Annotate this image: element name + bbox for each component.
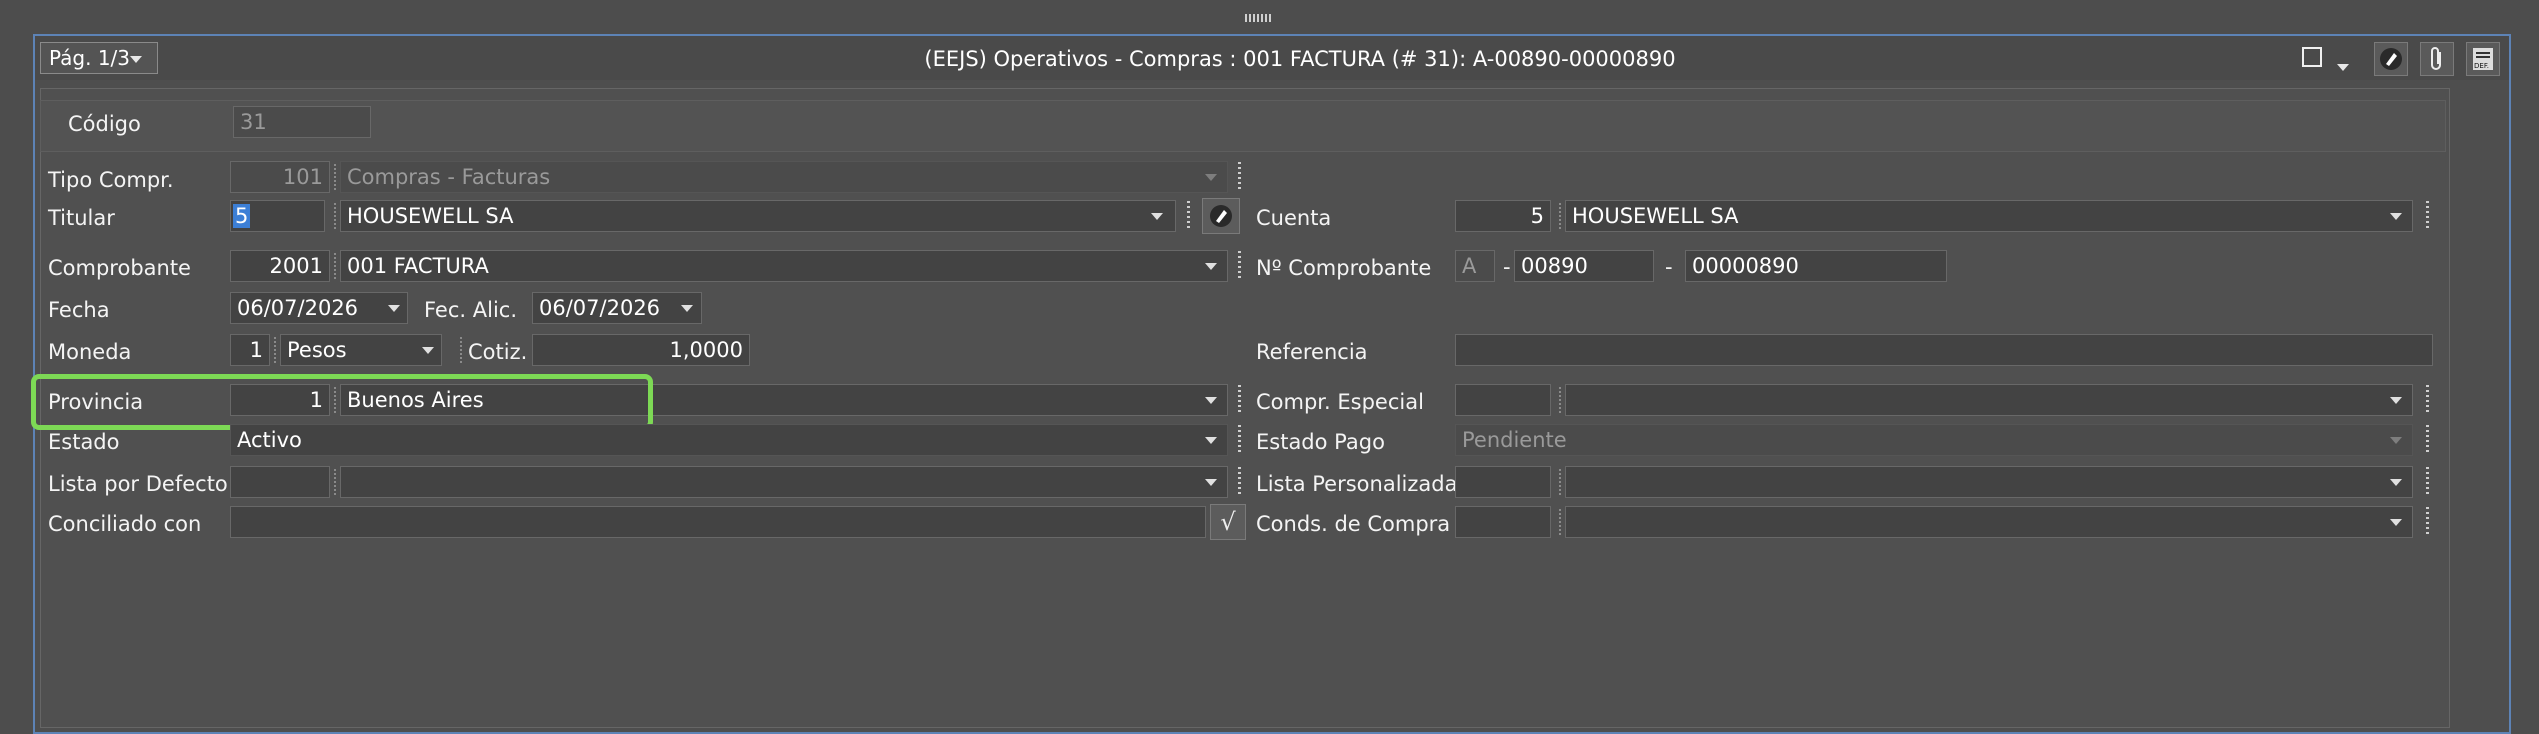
chevron-down-icon[interactable] bbox=[2390, 519, 2402, 526]
drag-handle-icon bbox=[2426, 507, 2429, 537]
svg-text:DEF.: DEF. bbox=[2474, 62, 2489, 70]
moneda-select[interactable]: Pesos bbox=[280, 334, 442, 366]
nro-comprobante-letra-field: A bbox=[1455, 250, 1495, 282]
conciliado-label: Conciliado con bbox=[48, 512, 202, 536]
drag-handle-icon bbox=[1187, 201, 1190, 231]
compr-especial-label: Compr. Especial bbox=[1256, 390, 1424, 414]
chevron-down-icon[interactable] bbox=[1205, 263, 1217, 270]
fec-alic-label: Fec. Alic. bbox=[424, 298, 518, 322]
dash-separator: - bbox=[1665, 255, 1673, 279]
lista-personalizada-select[interactable] bbox=[1565, 466, 2413, 498]
checkbox-icon[interactable] bbox=[2302, 47, 2322, 67]
provincia-highlight bbox=[31, 374, 653, 430]
lista-defecto-code-input[interactable] bbox=[230, 466, 330, 498]
cuenta-code-input[interactable]: 5 bbox=[1455, 200, 1551, 232]
numero-comprobante-input[interactable]: 00000890 bbox=[1685, 250, 1947, 282]
cotiz-label: Cotiz. bbox=[468, 340, 528, 364]
edit-pen-icon[interactable] bbox=[2374, 42, 2408, 76]
codigo-label: Código bbox=[68, 112, 141, 136]
estado-pago-select: Pendiente bbox=[1455, 424, 2413, 456]
chevron-down-icon[interactable] bbox=[422, 347, 434, 354]
cotiz-input[interactable]: 1,0000 bbox=[532, 334, 750, 366]
chevron-down-icon[interactable] bbox=[1151, 213, 1163, 220]
cuenta-label: Cuenta bbox=[1256, 206, 1332, 230]
conds-compra-select[interactable] bbox=[1565, 506, 2413, 538]
codigo-group bbox=[40, 100, 2446, 152]
chevron-down-icon[interactable] bbox=[2390, 479, 2402, 486]
lista-personalizada-code-input[interactable] bbox=[1455, 466, 1551, 498]
estado-pago-label: Estado Pago bbox=[1256, 430, 1385, 454]
fecha-input[interactable]: 06/07/2026 bbox=[230, 292, 408, 324]
conciliado-input[interactable] bbox=[230, 506, 1206, 538]
conds-compra-code-input[interactable] bbox=[1455, 506, 1551, 538]
page-indicator: Pág. 1/3 bbox=[49, 46, 131, 70]
edit-pen-icon[interactable] bbox=[1202, 198, 1240, 234]
dash-separator: - bbox=[1503, 255, 1511, 279]
tipo-compr-label: Tipo Compr. bbox=[48, 168, 174, 192]
drag-handle-icon bbox=[2426, 467, 2429, 497]
drag-handle-icon bbox=[2426, 425, 2429, 455]
comprobante-select[interactable]: 001 FACTURA bbox=[340, 250, 1228, 282]
def-report-icon[interactable]: DEF. bbox=[2466, 42, 2500, 76]
codigo-field: 31 bbox=[233, 106, 371, 138]
drag-handle-icon bbox=[1238, 425, 1241, 455]
drag-handle-icon bbox=[1238, 467, 1241, 497]
compr-especial-select[interactable] bbox=[1565, 384, 2413, 416]
chevron-down-icon[interactable] bbox=[388, 305, 400, 312]
drag-grip[interactable] bbox=[1245, 14, 1273, 22]
tipo-compr-select: Compras - Facturas bbox=[340, 161, 1228, 193]
conds-compra-label: Conds. de Compra bbox=[1256, 512, 1451, 536]
pto-venta-input[interactable]: 00890 bbox=[1514, 250, 1654, 282]
chevron-down-icon bbox=[2390, 437, 2402, 444]
drag-handle-icon bbox=[1238, 385, 1241, 415]
drag-handle-icon bbox=[2426, 385, 2429, 415]
referencia-label: Referencia bbox=[1256, 340, 1368, 364]
paperclip-icon[interactable] bbox=[2420, 42, 2454, 76]
fecha-label: Fecha bbox=[48, 298, 110, 322]
check-button[interactable]: √ bbox=[1210, 504, 1246, 540]
drag-handle-icon bbox=[1238, 251, 1241, 281]
estado-label: Estado bbox=[48, 430, 120, 454]
chevron-down-icon[interactable] bbox=[1205, 437, 1217, 444]
referencia-input[interactable] bbox=[1455, 334, 2433, 366]
drag-handle-icon bbox=[1238, 162, 1241, 192]
chevron-down-icon[interactable] bbox=[2390, 213, 2402, 220]
comprobante-label: Comprobante bbox=[48, 256, 191, 280]
window-title: (EEJS) Operativos - Compras : 001 FACTUR… bbox=[924, 47, 1676, 71]
chevron-down-icon[interactable] bbox=[681, 305, 693, 312]
comprobante-code-input[interactable]: 2001 bbox=[230, 250, 330, 282]
dropdown-caret-icon[interactable] bbox=[2337, 54, 2349, 78]
lista-defecto-select[interactable] bbox=[340, 466, 1228, 498]
moneda-code-input[interactable]: 1 bbox=[230, 334, 270, 366]
chevron-down-icon[interactable] bbox=[1205, 397, 1217, 404]
lista-defecto-label: Lista por Defecto bbox=[48, 472, 228, 496]
fec-alic-input[interactable]: 06/07/2026 bbox=[532, 292, 702, 324]
chevron-down-icon[interactable] bbox=[2390, 397, 2402, 404]
chevron-down-icon[interactable] bbox=[1205, 479, 1217, 486]
titular-select[interactable]: HOUSEWELL SA bbox=[340, 200, 1176, 232]
titular-label: Titular bbox=[48, 206, 115, 230]
cuenta-select[interactable]: HOUSEWELL SA bbox=[1565, 200, 2413, 232]
lista-personalizada-label: Lista Personalizada bbox=[1256, 472, 1458, 496]
chevron-down-icon bbox=[1205, 174, 1217, 181]
page-selector-button[interactable]: Pág. 1/3 bbox=[40, 42, 158, 74]
estado-select[interactable]: Activo bbox=[230, 424, 1228, 456]
tipo-compr-code-field: 101 bbox=[230, 161, 330, 193]
nro-comprobante-label: Nº Comprobante bbox=[1256, 256, 1432, 280]
moneda-label: Moneda bbox=[48, 340, 132, 364]
compr-especial-code-input[interactable] bbox=[1455, 384, 1551, 416]
drag-handle-icon bbox=[2426, 201, 2429, 231]
titular-code-input[interactable]: 5 bbox=[230, 200, 325, 232]
chevron-down-icon bbox=[130, 56, 143, 63]
